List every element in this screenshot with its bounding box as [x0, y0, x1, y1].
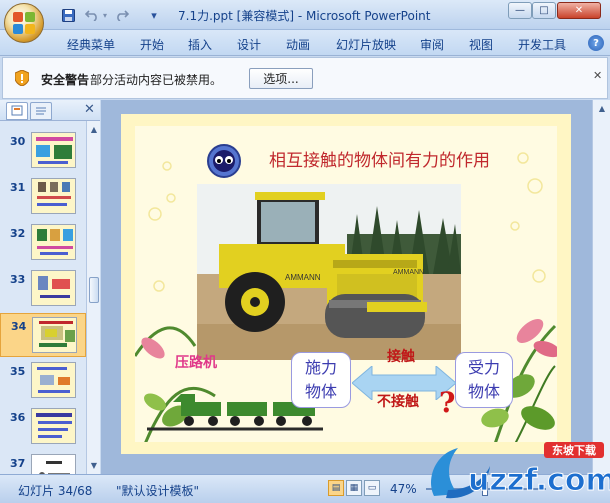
- save-icon[interactable]: [60, 7, 76, 23]
- watermark-text: uzzf.com: [468, 463, 610, 498]
- tab-classic-menu[interactable]: 经典菜单: [67, 36, 115, 53]
- slideshow-view-icon[interactable]: ▭: [364, 480, 380, 496]
- tab-animation[interactable]: 动画: [286, 36, 310, 53]
- thumbnail-list: 30 31 32 33 34 35 36 37: [0, 121, 86, 474]
- undo-icon[interactable]: [84, 7, 100, 23]
- title-bar: ▾ ▾ 7.1力.ppt [兼容模式] - Microsoft PowerPoi…: [0, 0, 610, 30]
- slide-number: 32: [10, 227, 26, 240]
- slide-thumbnail: [31, 362, 76, 398]
- smiley-face-icon: [207, 144, 241, 178]
- panel-tabs: ✕: [0, 100, 100, 121]
- slide-thumbnail: [32, 317, 77, 353]
- slide-thumbnail: [31, 178, 76, 214]
- slide-thumbnail: [31, 270, 76, 306]
- help-icon[interactable]: ?: [588, 35, 604, 51]
- customize-quick-access-icon[interactable]: ▾: [146, 7, 162, 23]
- shield-icon: [15, 70, 29, 86]
- slide-thumb-32[interactable]: 32: [0, 221, 86, 265]
- tab-outline-icon[interactable]: [30, 102, 52, 120]
- slide-thumbnail: [31, 132, 76, 168]
- close-button[interactable]: ✕: [557, 2, 601, 19]
- slide-thumb-37[interactable]: 37: [0, 451, 86, 474]
- maximize-button[interactable]: □: [532, 2, 556, 19]
- scroll-thumb[interactable]: [89, 277, 99, 303]
- force-receiving-object-box[interactable]: 受力 物体: [455, 352, 513, 408]
- slide-number: 30: [10, 135, 26, 148]
- zoom-level[interactable]: 47%: [390, 482, 417, 496]
- slide-number: 37: [10, 457, 26, 470]
- box-line: 物体: [467, 382, 500, 401]
- box-line: 受力: [467, 358, 500, 377]
- tab-review[interactable]: 审阅: [420, 36, 444, 53]
- slide-thumb-33[interactable]: 33: [0, 267, 86, 311]
- slide-number: 36: [10, 411, 26, 424]
- slide-thumb-35[interactable]: 35: [0, 359, 86, 403]
- slide-title[interactable]: 相互接触的物体间有力的作用: [269, 146, 490, 171]
- thumbnail-scrollbar[interactable]: ▲ ▼: [86, 121, 100, 474]
- box-line: 施力: [304, 358, 337, 377]
- question-mark-icon: ?: [439, 386, 456, 419]
- minimize-button[interactable]: —: [508, 2, 532, 19]
- slide-thumbnail: [31, 454, 76, 474]
- slide-thumb-30[interactable]: 30: [0, 129, 86, 173]
- watermark-logo: 东坡下载 uzzf.com: [424, 440, 610, 503]
- panel-close-icon[interactable]: ✕: [84, 102, 95, 117]
- contact-label[interactable]: 接触: [387, 346, 415, 366]
- slide-thumbnail-panel: ✕ 30 31 32 33 34 35 36 37: [0, 100, 100, 474]
- tab-developer[interactable]: 开发工具: [518, 36, 566, 53]
- watermark-badge: 东坡下载: [552, 443, 596, 457]
- security-close-icon[interactable]: ✕: [593, 70, 603, 81]
- slide-thumbnail: [31, 224, 76, 260]
- editor-scrollbar[interactable]: ▲: [592, 100, 610, 474]
- slide-thumb-31[interactable]: 31: [0, 175, 86, 219]
- scroll-down-icon[interactable]: ▼: [88, 458, 100, 472]
- scroll-up-icon[interactable]: ▲: [595, 101, 609, 115]
- noncontact-label[interactable]: 不接触: [377, 391, 419, 411]
- slide-number: 35: [10, 365, 26, 378]
- slide-sorter-icon[interactable]: ▦: [346, 480, 362, 496]
- slide-background: 相互接触的物体间有力的作用 AMMANN AMMANN 压路机 施力 物体 受力…: [135, 126, 557, 442]
- force-exerting-object-box[interactable]: 施力 物体: [291, 352, 351, 408]
- box-line: 物体: [304, 382, 337, 401]
- office-logo-icon: [13, 12, 35, 34]
- slide-indicator: 幻灯片 34/68: [18, 484, 93, 498]
- slide-number: 34: [11, 320, 27, 333]
- design-template: "默认设计模板": [116, 484, 200, 498]
- tab-slides-icon[interactable]: [6, 102, 28, 120]
- tab-insert[interactable]: 插入: [188, 36, 212, 53]
- redo-icon[interactable]: [114, 7, 130, 23]
- slide-editor: 相互接触的物体间有力的作用 AMMANN AMMANN 压路机 施力 物体 受力…: [101, 100, 610, 474]
- security-title: 安全警告: [41, 73, 90, 87]
- window-title: 7.1力.ppt [兼容模式] - Microsoft PowerPoint: [178, 9, 431, 23]
- undo-dropdown-icon[interactable]: ▾: [100, 7, 110, 23]
- slide-thumb-34[interactable]: 34: [0, 313, 86, 357]
- roller-brand-label: AMMANN: [285, 273, 321, 282]
- photo-caption[interactable]: 压路机: [175, 352, 217, 372]
- scroll-up-icon[interactable]: ▲: [88, 122, 100, 136]
- slide-thumb-36[interactable]: 36: [0, 405, 86, 449]
- security-message: 部分活动内容已被禁用。: [90, 73, 223, 87]
- tab-view[interactable]: 视图: [469, 36, 493, 53]
- slide-number: 33: [10, 273, 26, 286]
- tab-slideshow[interactable]: 幻灯片放映: [336, 36, 396, 53]
- normal-view-icon[interactable]: ▤: [328, 480, 344, 496]
- roller-brand-label: AMMANN: [393, 269, 424, 276]
- security-warning-bar: 安全警告 部分活动内容已被禁用。 选项... ✕: [2, 57, 608, 99]
- tab-design[interactable]: 设计: [237, 36, 261, 53]
- ribbon-tabs: 经典菜单 开始 插入 设计 动画 幻灯片放映 审阅 视图 开发工具 ?: [0, 30, 610, 56]
- road-roller-photo[interactable]: AMMANN AMMANN: [197, 184, 461, 360]
- slide-number: 31: [10, 181, 26, 194]
- office-button[interactable]: [4, 3, 44, 43]
- security-options-button[interactable]: 选项...: [249, 68, 313, 89]
- slide-thumbnail: [31, 408, 76, 444]
- tab-home[interactable]: 开始: [140, 36, 164, 53]
- slide-canvas[interactable]: 相互接触的物体间有力的作用 AMMANN AMMANN 压路机 施力 物体 受力…: [121, 114, 571, 454]
